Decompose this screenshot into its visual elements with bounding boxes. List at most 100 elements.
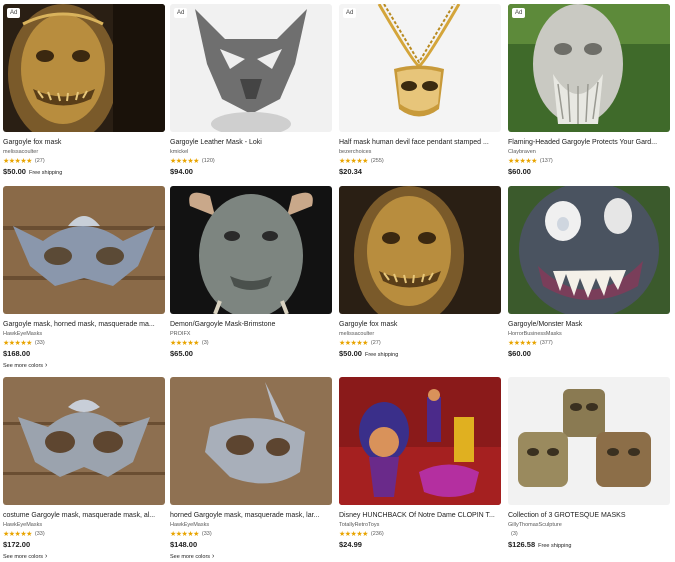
listing-card[interactable]: Gargoyle/Monster Mask HorrorBusinessMask… xyxy=(508,186,670,359)
ad-badge: Ad xyxy=(343,8,357,18)
three-grotesque-masks-image[interactable] xyxy=(508,377,670,505)
listing-card[interactable]: Ad Gargoyle Leather Mask - Loki kmickel … xyxy=(170,4,332,177)
price-line: $50.00 Free shipping xyxy=(339,349,501,359)
listing-card[interactable]: Gargoyle fox mask melissacoulter ★★★★★ (… xyxy=(339,186,501,359)
listing-title[interactable]: horned Gargoyle mask, masquerade mask, l… xyxy=(170,511,332,520)
rating: ★★★★★ (120) xyxy=(170,157,332,166)
price-line: $60.00 xyxy=(508,349,670,359)
listing-card[interactable]: Ad Flaming-Headed Gargoyle Protects Your… xyxy=(508,4,670,177)
price: $172.00 xyxy=(3,540,31,549)
see-more-colors-label: See more colors xyxy=(170,554,211,560)
listing-title[interactable]: Gargoyle mask, horned mask, masquerade m… xyxy=(3,320,165,329)
review-count: (120) xyxy=(201,158,215,164)
seller-name: bezerchoices xyxy=(339,149,372,155)
grey-leather-mask-image[interactable]: Ad xyxy=(170,4,332,132)
price: $126.58 xyxy=(508,540,536,549)
listing-title[interactable]: costume Gargoyle mask, masquerade mask, … xyxy=(3,511,165,520)
listing-title[interactable]: Demon/Gargoyle Mask-Brimstone xyxy=(170,320,332,329)
price: $168.00 xyxy=(3,349,31,358)
horned-grey-mask-image[interactable] xyxy=(170,377,332,505)
clopin-toy-set-image[interactable] xyxy=(339,377,501,505)
star-rating-icon: ★★★★★ xyxy=(339,158,368,165)
star-rating-icon: ★★★★★ xyxy=(3,158,32,165)
review-count: (33) xyxy=(34,531,45,537)
listing-title[interactable]: Gargoyle fox mask xyxy=(339,320,501,329)
price-line: $60.00 xyxy=(508,167,670,177)
listing-card[interactable]: Ad Half mask human devil face pendant st… xyxy=(339,4,501,177)
listing-card[interactable]: costume Gargoyle mask, masquerade mask, … xyxy=(3,377,165,561)
price-line: $50.00 Free shipping xyxy=(3,167,165,177)
gold-gargoyle-mask-image[interactable]: Ad xyxy=(3,4,165,132)
price-line: $168.00 xyxy=(3,349,165,359)
grey-eared-mask-image[interactable] xyxy=(3,377,165,505)
review-count: (27) xyxy=(34,158,45,164)
star-rating-icon: ★★★★★ xyxy=(339,531,368,538)
seller-name: HawkEyeMasks xyxy=(3,522,43,528)
seller-name: melissacoulter xyxy=(339,331,375,337)
rating: ★★★★★ (27) xyxy=(3,157,165,166)
rating: ★★★★★ (255) xyxy=(339,157,501,166)
listing-title[interactable]: Gargoyle Leather Mask - Loki xyxy=(170,138,332,147)
review-count: (33) xyxy=(34,340,45,346)
listing-card[interactable]: Disney HUNCHBACK Of Notre Dame CLOPIN T.… xyxy=(339,377,501,550)
ad-badge: Ad xyxy=(174,8,188,18)
review-count: (255) xyxy=(370,158,384,164)
horned-blue-mask-image[interactable] xyxy=(3,186,165,314)
see-more-colors-link[interactable]: See more colors › xyxy=(170,553,332,561)
star-rating-icon: ★★★★★ xyxy=(3,340,32,347)
demon-latex-mask-image[interactable] xyxy=(170,186,332,314)
price: $20.34 xyxy=(339,167,362,176)
see-more-colors-label: See more colors xyxy=(3,554,44,560)
price: $148.00 xyxy=(170,540,198,549)
chevron-right-icon: › xyxy=(45,553,48,560)
rating: ★★★★★ (236) xyxy=(339,530,501,539)
price: $60.00 xyxy=(508,349,531,358)
free-shipping-label: Free shipping xyxy=(538,543,572,549)
seller-name: HorrorBusinessMasks xyxy=(508,331,562,337)
price-line: $20.34 xyxy=(339,167,501,177)
price-line: $172.00 xyxy=(3,540,165,550)
price: $24.99 xyxy=(339,540,362,549)
seller-name: HawkEyeMasks xyxy=(3,331,43,337)
rating: (3) xyxy=(508,530,670,539)
free-shipping-label: Free shipping xyxy=(28,170,63,176)
rating: ★★★★★ (377) xyxy=(508,339,670,348)
ad-badge: Ad xyxy=(512,8,526,18)
rating: ★★★★★ (3) xyxy=(170,339,332,348)
listing-card[interactable]: Ad Gargoyle fox mask melissacoulter ★★★★… xyxy=(3,4,165,177)
star-rating-icon: ★★★★★ xyxy=(170,158,199,165)
rating: ★★★★★ (27) xyxy=(339,339,501,348)
listing-title[interactable]: Disney HUNCHBACK Of Notre Dame CLOPIN T.… xyxy=(339,511,501,520)
gold-gargoyle-mask-image[interactable] xyxy=(339,186,501,314)
price-line: $148.00 xyxy=(170,540,332,550)
star-rating-icon: ★★★★★ xyxy=(508,158,537,165)
rating: ★★★★★ (33) xyxy=(170,530,332,539)
seller-name: melissacoulter xyxy=(3,149,39,155)
price-line: $24.99 xyxy=(339,540,501,550)
listing-title[interactable]: Collection of 3 GROTESQUE MASKS xyxy=(508,511,670,520)
free-shipping-label: Free shipping xyxy=(364,352,399,358)
gold-pendant-image[interactable]: Ad xyxy=(339,4,501,132)
seller-name: Claybraven xyxy=(508,149,536,155)
see-more-colors-link[interactable]: See more colors › xyxy=(3,553,165,561)
star-rating-icon: ★★★★★ xyxy=(170,340,199,347)
listing-card[interactable]: Gargoyle mask, horned mask, masquerade m… xyxy=(3,186,165,370)
listing-title[interactable]: Half mask human devil face pendant stamp… xyxy=(339,138,501,147)
listing-title[interactable]: Gargoyle fox mask xyxy=(3,138,165,147)
listing-title[interactable]: Gargoyle/Monster Mask xyxy=(508,320,670,329)
see-more-colors-link[interactable]: See more colors › xyxy=(3,362,165,370)
listing-title[interactable]: Flaming-Headed Gargoyle Protects Your Ga… xyxy=(508,138,670,147)
review-count: (377) xyxy=(539,340,553,346)
stone-gargoyle-statue-image[interactable]: Ad xyxy=(508,4,670,132)
listing-card[interactable]: horned Gargoyle mask, masquerade mask, l… xyxy=(170,377,332,561)
price-line: $65.00 xyxy=(170,349,332,359)
seller-name: PROIFX xyxy=(170,331,191,337)
price: $94.00 xyxy=(170,167,193,176)
price-line: $126.58 Free shipping xyxy=(508,540,670,550)
listing-card[interactable]: Demon/Gargoyle Mask-Brimstone PROIFX ★★★… xyxy=(170,186,332,359)
monster-mask-image[interactable] xyxy=(508,186,670,314)
review-count: (236) xyxy=(370,531,384,537)
seller-name: kmickel xyxy=(170,149,189,155)
listing-card[interactable]: Collection of 3 GROTESQUE MASKS GillyTho… xyxy=(508,377,670,550)
ad-badge: Ad xyxy=(7,8,21,18)
